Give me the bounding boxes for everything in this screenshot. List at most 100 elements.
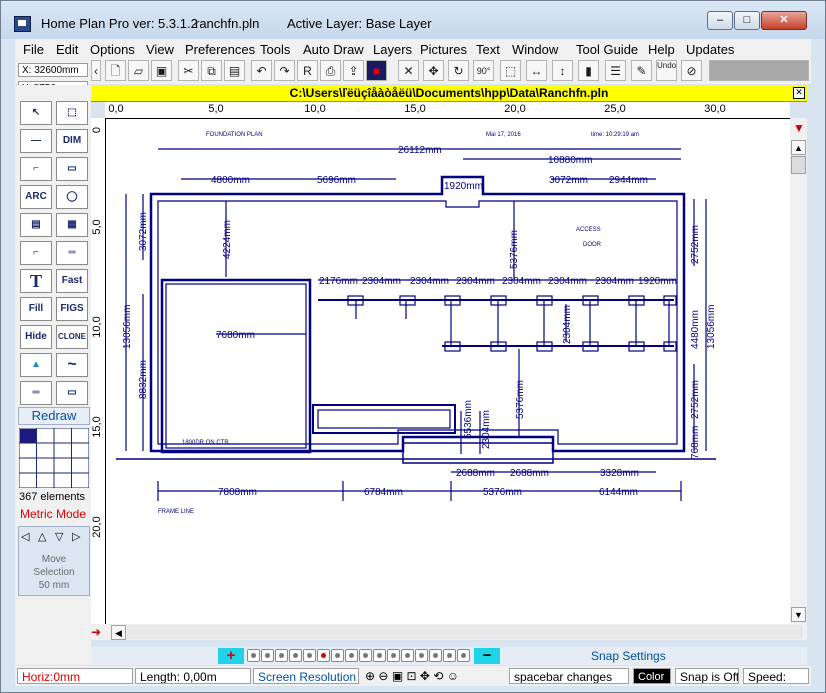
export-icon[interactable]: ⇪: [343, 60, 364, 81]
speed-field[interactable]: Speed:: [743, 668, 809, 684]
zoom-in-icon[interactable]: ⊕: [365, 669, 375, 683]
line-tool[interactable]: —: [20, 129, 52, 153]
zoom-window-icon[interactable]: ▣: [392, 669, 403, 683]
horizontal-scrollbar[interactable]: ➜ ◀: [91, 624, 807, 640]
vertical-scrollbar[interactable]: ▼ ▲ ▼: [790, 118, 807, 624]
dimension-tool[interactable]: DIM: [56, 129, 88, 153]
snap-lock-icon[interactable]: ⊘: [681, 60, 702, 81]
layer-dot[interactable]: [261, 649, 274, 662]
scroll-left-icon[interactable]: ◀: [111, 625, 126, 640]
close-path-icon[interactable]: ✕: [793, 87, 805, 99]
layer-dot[interactable]: [331, 649, 344, 662]
menu-auto-draw[interactable]: Auto Draw: [303, 42, 364, 57]
arrow-right-icon[interactable]: ▷: [72, 530, 80, 543]
paste-icon[interactable]: ▤: [224, 60, 245, 81]
menu-help[interactable]: Help: [648, 42, 675, 57]
menu-tool-guide[interactable]: Tool Guide: [576, 42, 638, 57]
layer-dot[interactable]: [387, 649, 400, 662]
grid-tool[interactable]: ▦: [56, 213, 88, 237]
menu-file[interactable]: File: [23, 42, 44, 57]
rotate-90-icon[interactable]: 90°: [473, 60, 494, 81]
window-tool[interactable]: ▤: [20, 213, 52, 237]
select-area-icon[interactable]: ⬚: [500, 60, 521, 81]
close-button[interactable]: ✕: [761, 11, 807, 30]
flip-vertical-icon[interactable]: ↕: [552, 60, 573, 81]
clone-tool[interactable]: CLONE: [56, 325, 88, 349]
color-swatch-button[interactable]: Color: [633, 668, 671, 684]
drawing-canvas[interactable]: FOUNDATION PLAN Mai 17, 2016 time: 10:29…: [106, 119, 790, 624]
cut-icon[interactable]: ✂: [178, 60, 199, 81]
grid-lines-icon[interactable]: ☰: [605, 60, 626, 81]
menu-tools[interactable]: Tools: [260, 42, 290, 57]
red-arrow-down-icon[interactable]: ▼: [793, 121, 805, 135]
fast-text-tool[interactable]: Fast: [56, 269, 88, 293]
text-tool[interactable]: T: [20, 269, 52, 293]
maximize-button[interactable]: □: [734, 11, 760, 30]
layer-dot[interactable]: [359, 649, 372, 662]
snap-status[interactable]: Snap is Off: [675, 668, 739, 684]
double-line-tool[interactable]: ═: [56, 241, 88, 265]
pan-icon[interactable]: ✥: [420, 669, 430, 683]
layer-dot[interactable]: [457, 649, 470, 662]
flip-horizontal-icon[interactable]: ↔: [526, 60, 547, 81]
frame-tool[interactable]: ▭: [56, 381, 88, 405]
arc-tool[interactable]: ARC: [20, 185, 52, 209]
red-arrow-right-icon[interactable]: ➜: [91, 625, 101, 639]
remove-layer-button[interactable]: −: [474, 648, 500, 664]
redraw-button[interactable]: Redraw: [18, 407, 90, 425]
menu-preferences[interactable]: Preferences: [185, 42, 255, 57]
undo-all-button[interactable]: Undo: [656, 60, 677, 81]
metric-mode-label[interactable]: Metric Mode: [20, 507, 86, 521]
new-file-icon[interactable]: 🗋: [105, 60, 126, 81]
arrow-down-icon[interactable]: ▽: [55, 530, 63, 543]
layer-dot[interactable]: [401, 649, 414, 662]
scroll-thumb[interactable]: [791, 156, 806, 174]
menu-updates[interactable]: Updates: [686, 42, 734, 57]
face-icon[interactable]: ☺: [447, 669, 459, 683]
move-icon[interactable]: ✥: [423, 60, 444, 81]
snap-settings-link[interactable]: Snap Settings: [591, 649, 666, 663]
menu-layers[interactable]: Layers: [373, 42, 412, 57]
scroll-down-icon[interactable]: ▼: [791, 607, 806, 622]
scroll-up-icon[interactable]: ▲: [791, 140, 806, 155]
rotate-icon[interactable]: ↻: [448, 60, 469, 81]
layer-dot[interactable]: [415, 649, 428, 662]
layer-dot[interactable]: [317, 649, 330, 662]
select-box-tool[interactable]: ⬚: [56, 101, 88, 125]
copy-icon[interactable]: ⧉: [201, 60, 222, 81]
pencil-icon[interactable]: ✎: [631, 60, 652, 81]
print-preview-icon[interactable]: R: [297, 60, 318, 81]
select-pointer-tool[interactable]: ↖: [20, 101, 52, 125]
save-file-icon[interactable]: ▣: [151, 60, 172, 81]
layer-dot[interactable]: [275, 649, 288, 662]
scroll-track[interactable]: [127, 625, 803, 639]
circle-tool[interactable]: ◯: [56, 185, 88, 209]
delete-icon[interactable]: ✕: [398, 60, 419, 81]
dual-line-tool[interactable]: ═: [20, 381, 52, 405]
menu-options[interactable]: Options: [90, 42, 135, 57]
hide-tool[interactable]: Hide: [20, 325, 52, 349]
layer-dot[interactable]: [443, 649, 456, 662]
print-icon[interactable]: ⎙: [320, 60, 341, 81]
figures-tool[interactable]: FIGS: [56, 297, 88, 321]
open-file-icon[interactable]: ▱: [128, 60, 149, 81]
panel-toggle-icon[interactable]: ‹: [91, 60, 101, 81]
previous-view-icon[interactable]: ⟲: [433, 669, 443, 683]
minimize-button[interactable]: –: [707, 11, 733, 30]
redo-icon[interactable]: ↷: [274, 60, 295, 81]
menu-window[interactable]: Window: [512, 42, 558, 57]
layer-dot[interactable]: [289, 649, 302, 662]
layer-dot[interactable]: [345, 649, 358, 662]
fill-tool[interactable]: Fill: [20, 297, 52, 321]
layer-dot[interactable]: [247, 649, 260, 662]
curve-tool[interactable]: ~: [56, 353, 88, 377]
stairs-tool[interactable]: ⌐: [20, 241, 52, 265]
layer-dot[interactable]: [373, 649, 386, 662]
color-grid[interactable]: [19, 428, 89, 488]
zoom-out-icon[interactable]: ⊖: [378, 669, 388, 683]
rectangle-tool[interactable]: ▭: [56, 157, 88, 181]
menu-edit[interactable]: Edit: [56, 42, 78, 57]
menu-view[interactable]: View: [146, 42, 174, 57]
layer-dot[interactable]: [429, 649, 442, 662]
arrow-left-icon[interactable]: ◁: [21, 530, 29, 543]
